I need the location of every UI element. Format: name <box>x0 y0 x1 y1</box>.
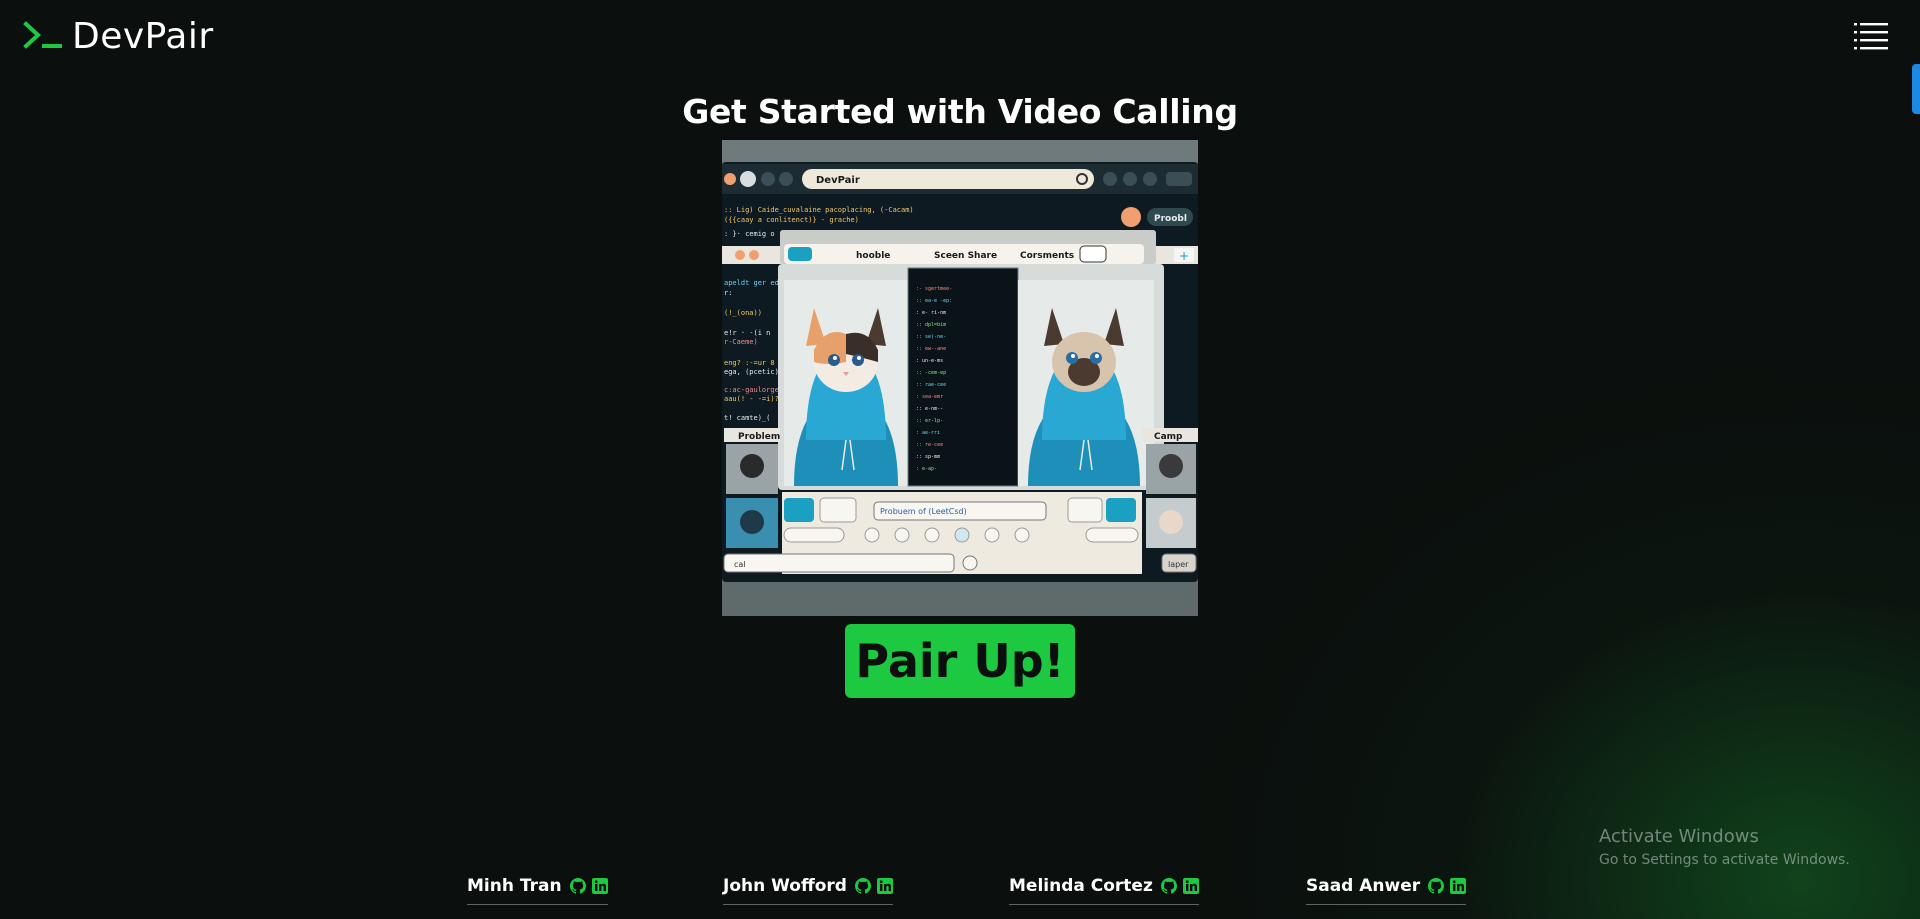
illustration-tab-2: Sceen Share <box>934 251 997 261</box>
illustration-left-label: Problem <box>738 432 780 442</box>
svg-text:ega, (pcetic)?: ega, (pcetic)? <box>724 368 783 376</box>
illustration-tab-3: Corsments <box>1020 251 1074 261</box>
svg-text:: e-ap-: : e-ap- <box>916 466 937 472</box>
linkedin-icon[interactable] <box>876 878 893 894</box>
svg-text:t! camte)_(: t! camte)_( <box>724 414 770 422</box>
page: DevPair Get Started with Video Calling D… <box>0 0 1920 919</box>
svg-text:: sea-emr: : sea-emr <box>916 394 943 400</box>
watermark-subtitle: Go to Settings to activate Windows. <box>1599 852 1850 868</box>
svg-text:eng? :-=ur 8: eng? :-=ur 8 <box>724 359 775 367</box>
hamburger-menu-icon[interactable] <box>1854 20 1890 54</box>
github-icon[interactable] <box>1428 878 1445 894</box>
illustration-corner-button: laper <box>1168 560 1189 569</box>
svg-text::: dpl=bim: :: dpl=bim <box>916 322 946 328</box>
svg-text::- sgertmee-: :- sgertmee- <box>916 286 952 292</box>
svg-text::: e-nm--: :: e-nm-- <box>916 406 943 412</box>
svg-text:r:: r: <box>724 289 732 297</box>
team-member: John Wofford <box>723 876 893 905</box>
watermark-title: Activate Windows <box>1599 826 1759 847</box>
svg-text:aau(! - -=i)?: aau(! - -=i)? <box>724 395 779 403</box>
svg-text:+: + <box>1179 249 1189 263</box>
logo[interactable]: DevPair <box>22 16 214 57</box>
svg-text:: ae-rri: : ae-rri <box>916 430 940 436</box>
svg-text:: un-e-ms: : un-e-ms <box>916 358 943 364</box>
illustration-badge: Proobl <box>1154 214 1187 224</box>
github-icon[interactable] <box>1160 878 1177 894</box>
svg-text:e!r · -(i n: e!r · -(i n <box>724 329 770 337</box>
page-title: Get Started with Video Calling <box>682 92 1238 131</box>
linkedin-icon[interactable] <box>1182 878 1199 894</box>
terminal-prompt-icon <box>22 20 66 54</box>
svg-text::: ea-e -ep:: :: ea-e -ep: <box>916 298 952 304</box>
svg-text:({{caay a conlitenct)} - grach: ({{caay a conlitenct)} - grache) <box>724 216 859 224</box>
activate-windows-watermark: Activate Windows Go to Settings to activ… <box>1599 826 1850 870</box>
logo-text: DevPair <box>72 16 214 57</box>
team-member: Saad Anwer <box>1306 876 1467 905</box>
svg-text:apeldt ger edi: apeldt ger edi <box>724 279 783 287</box>
github-icon[interactable] <box>569 878 586 894</box>
svg-text::: re-cee: :: re-cee <box>916 442 943 448</box>
team-footer: Minh Tran John Wofford Melinda Cortez Sa… <box>0 876 1920 919</box>
team-member-name: Melinda Cortez <box>1009 876 1153 896</box>
svg-text::: Lig) Caide_cuvalaine pacopl: :: Lig) Caide_cuvalaine pacoplacing, (-C… <box>724 206 914 214</box>
hero-illustration: DevPair :: Lig) Caide_cuvalaine pacoplac… <box>722 140 1198 616</box>
svg-text:: e- ri-nm: : e- ri-nm <box>916 310 946 316</box>
team-member-name: Saad Anwer <box>1306 876 1421 896</box>
illustration-right-label: Camp <box>1154 432 1183 442</box>
svg-text:c:ac-gaulorge: c:ac-gaulorge <box>724 386 779 394</box>
team-member: Melinda Cortez <box>1009 876 1199 905</box>
illustration-window-title: DevPair <box>816 175 860 186</box>
svg-text::: -cem-ep: :: -cem-ep <box>916 370 946 376</box>
linkedin-icon[interactable] <box>1450 878 1467 894</box>
team-member-name: Minh Tran <box>467 876 562 896</box>
svg-text::: ew--ane: :: ew--ane <box>916 346 946 352</box>
team-member: Minh Tran <box>467 876 608 905</box>
illustration-tab-1: hooble <box>856 251 890 261</box>
team-member-name: John Wofford <box>723 876 847 896</box>
pair-up-button[interactable]: Pair Up! <box>845 624 1075 698</box>
illustration-select: cal <box>734 560 746 569</box>
svg-text::: sp-mm: :: sp-mm <box>916 454 940 460</box>
illustration-input: Probuem of (LeetCsd) <box>880 507 967 516</box>
svg-text::: se(-ne-: :: se(-ne- <box>916 334 946 340</box>
linkedin-icon[interactable] <box>591 878 608 894</box>
svg-text::: er-lp-: :: er-lp- <box>916 418 943 424</box>
svg-text:r-Caeme): r-Caeme) <box>724 338 758 346</box>
svg-text::: rae-cee: :: rae-cee <box>916 382 946 388</box>
github-icon[interactable] <box>854 878 871 894</box>
svg-text:(!_(ona)): (!_(ona)) <box>724 309 762 317</box>
